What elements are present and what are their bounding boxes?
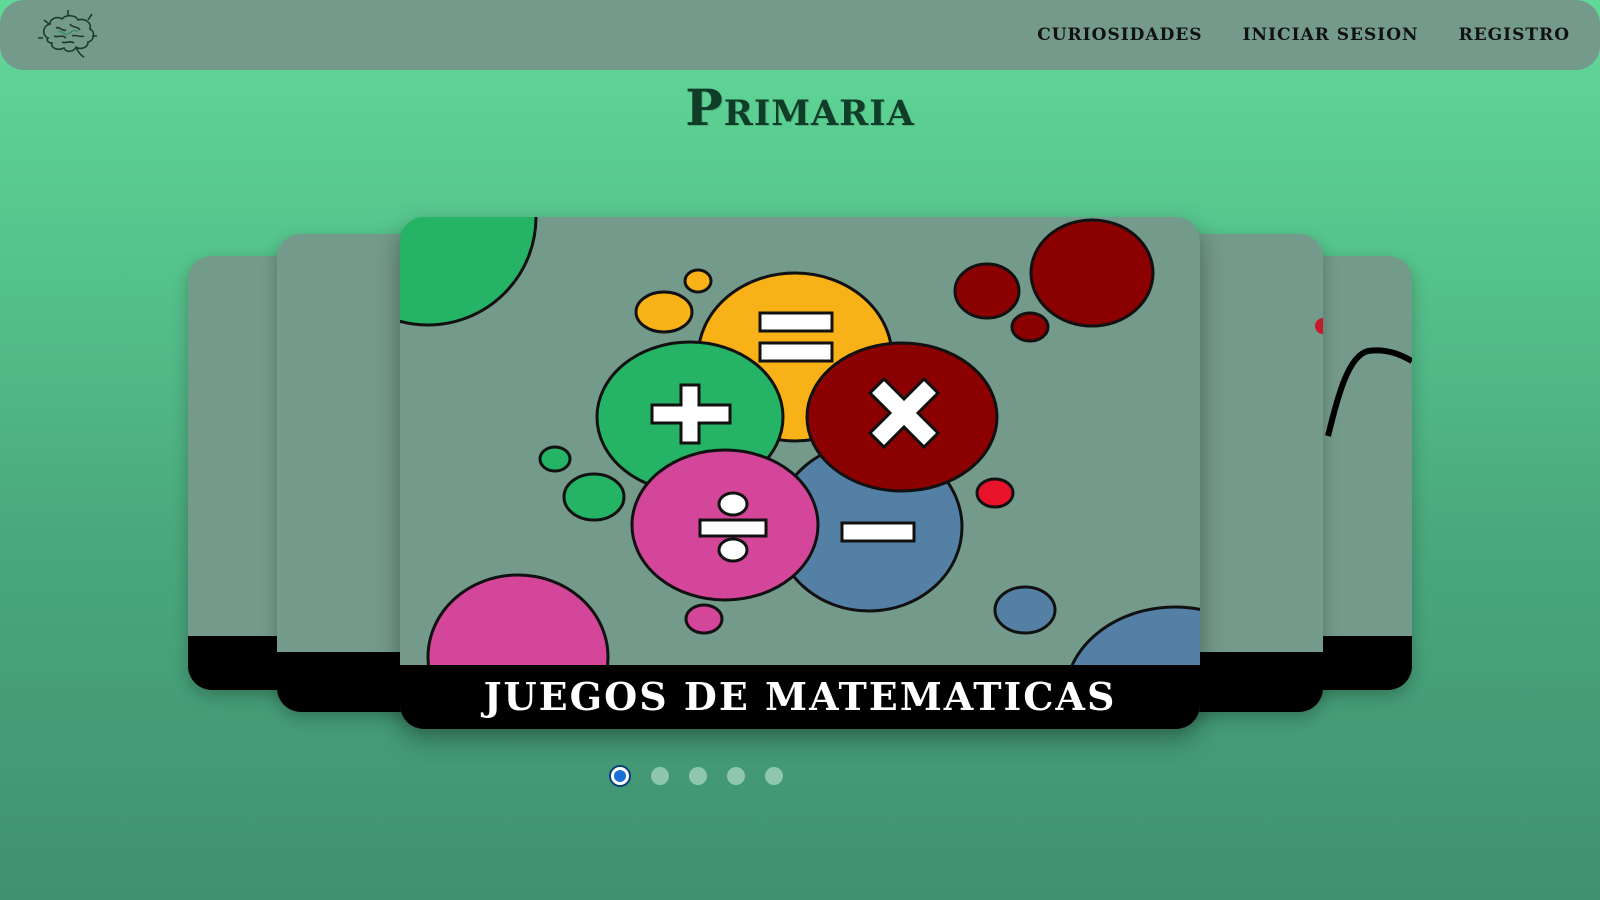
card-caption: JUEGOS DE MATEMATICAS bbox=[400, 665, 1200, 729]
carousel-dot-1[interactable] bbox=[609, 765, 631, 787]
carousel-dot-5[interactable] bbox=[765, 767, 783, 785]
carousel-dot-2[interactable] bbox=[651, 767, 669, 785]
carousel: JUEGOS DE MATEMATICAS bbox=[0, 0, 1600, 900]
carousel-card-active[interactable]: JUEGOS DE MATEMATICAS bbox=[400, 217, 1200, 729]
math-operations-illustration bbox=[400, 217, 1200, 729]
carousel-dot-4[interactable] bbox=[727, 767, 745, 785]
carousel-indicators bbox=[609, 765, 783, 787]
carousel-dot-3[interactable] bbox=[689, 767, 707, 785]
